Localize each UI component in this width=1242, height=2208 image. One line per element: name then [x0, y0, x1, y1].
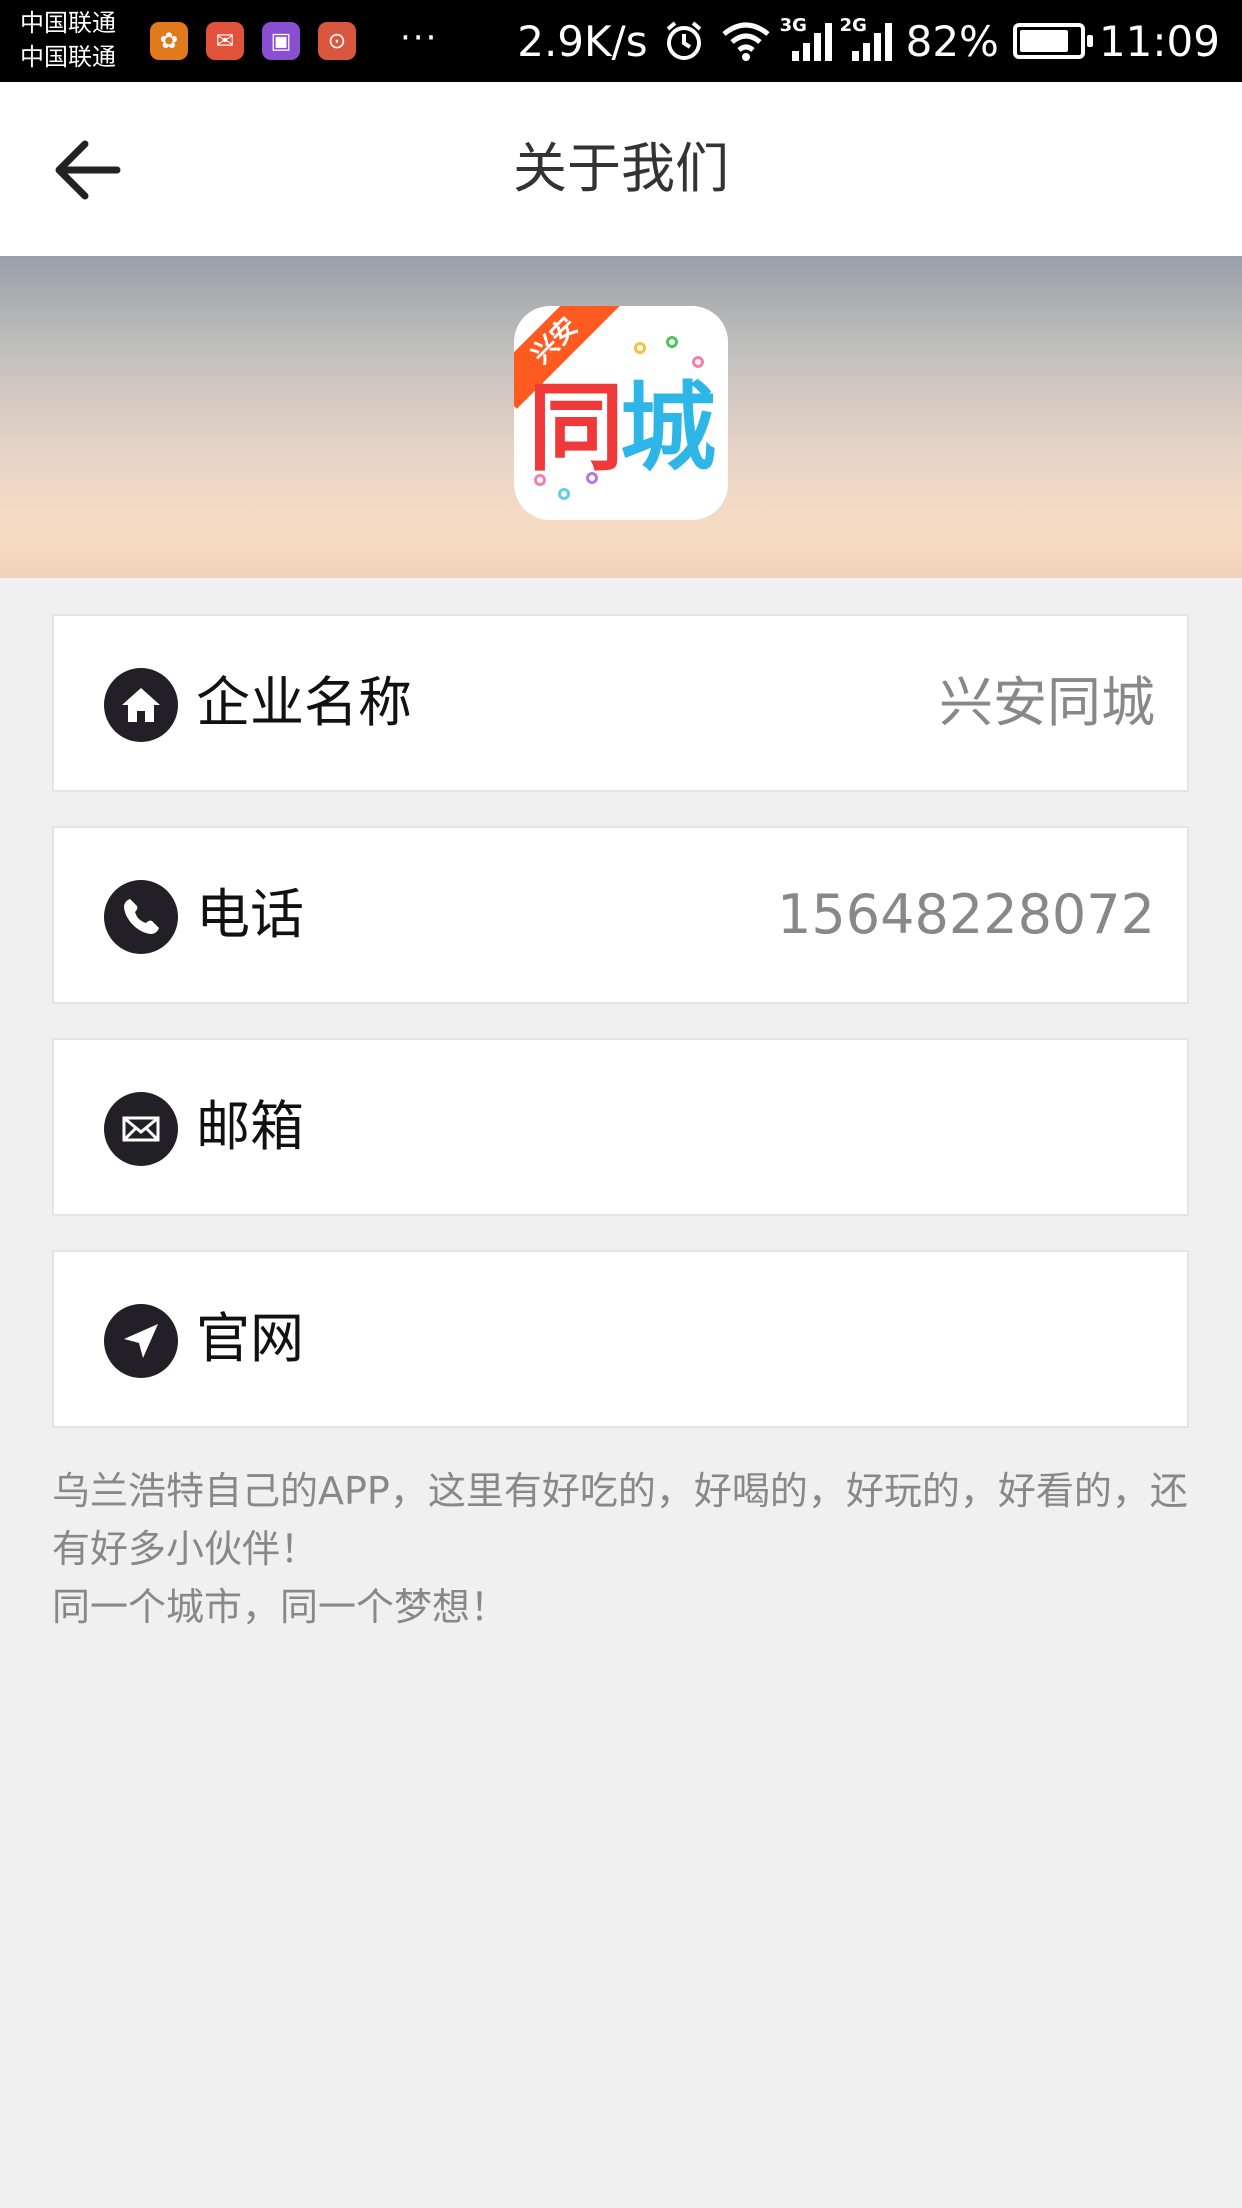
alarm-icon	[666, 21, 701, 60]
phone-icon	[104, 880, 178, 954]
banner: 兴安 同城	[0, 256, 1242, 578]
company-name-row[interactable]: 企业名称 兴安同城	[52, 614, 1189, 792]
carrier-info: 中国联通 中国联通	[20, 6, 116, 74]
page-title: 关于我们	[513, 137, 729, 200]
phone-row[interactable]: 电话 15648228072	[52, 826, 1189, 1004]
notification-mail-icon: ✉	[206, 22, 244, 60]
logo-dot	[666, 336, 678, 348]
company-name-label: 企业名称	[196, 671, 412, 734]
logo-dot	[586, 472, 598, 484]
carrier-2: 中国联通	[20, 43, 116, 71]
app-logo: 兴安 同城	[514, 306, 728, 520]
about-description: 乌兰浩特自己的APP，这里有好吃的，好喝的，好玩的，好看的，还有好多小伙伴！ 同…	[52, 1462, 1192, 1636]
navigation-icon	[104, 1304, 178, 1378]
logo-dot	[692, 356, 704, 368]
carrier-1: 中国联通	[20, 9, 116, 37]
notification-app-icon: ✿	[150, 22, 188, 60]
logo-dot	[558, 488, 570, 500]
wifi-icon	[722, 22, 770, 61]
battery-icon	[1012, 23, 1093, 59]
company-name-value: 兴安同城	[939, 671, 1155, 734]
logo-char-1: 同	[528, 372, 624, 484]
back-button[interactable]	[48, 130, 128, 210]
signal-2g-icon: 2G	[840, 15, 892, 61]
signal-2g-label: 2G	[839, 15, 867, 36]
notification-image-icon: ▣	[262, 22, 300, 60]
email-label: 邮箱	[196, 1095, 304, 1158]
signal-3g-icon: 3G	[780, 15, 832, 61]
notification-icons: ✿ ✉ ▣ ⊙	[150, 22, 356, 60]
logo-char-2: 城	[620, 372, 716, 484]
logo-dot	[634, 342, 646, 354]
phone-value: 15648228072	[777, 883, 1155, 946]
phone-label: 电话	[196, 883, 304, 946]
description-line-2: 同一个城市，同一个梦想！	[52, 1585, 509, 1629]
signal-3g-label: 3G	[779, 15, 807, 36]
header: 关于我们	[0, 82, 1242, 256]
battery-fill	[1019, 30, 1068, 52]
back-arrow-icon	[55, 140, 121, 200]
mail-icon	[104, 1092, 178, 1166]
home-icon	[104, 668, 178, 742]
description-line-1: 乌兰浩特自己的APP，这里有好吃的，好喝的，好玩的，好看的，还有好多小伙伴！	[52, 1469, 1188, 1571]
status-bar: 中国联通 中国联通 ✿ ✉ ▣ ⊙ ··· 2.9K/s 3G 2G 82% 1…	[0, 0, 1242, 82]
battery-percent: 82%	[905, 16, 999, 66]
network-speed: 2.9K/s	[517, 16, 648, 66]
clock: 11:09	[1098, 16, 1220, 66]
website-label: 官网	[196, 1307, 304, 1370]
more-notifications-icon: ···	[400, 18, 439, 58]
status-right: 2.9K/s 3G 2G 82% 11:09	[517, 0, 1220, 82]
logo-text: 同城	[528, 350, 716, 489]
notification-search-icon: ⊙	[318, 22, 356, 60]
email-row[interactable]: 邮箱	[52, 1038, 1189, 1216]
website-row[interactable]: 官网	[52, 1250, 1189, 1428]
logo-dot	[534, 474, 546, 486]
